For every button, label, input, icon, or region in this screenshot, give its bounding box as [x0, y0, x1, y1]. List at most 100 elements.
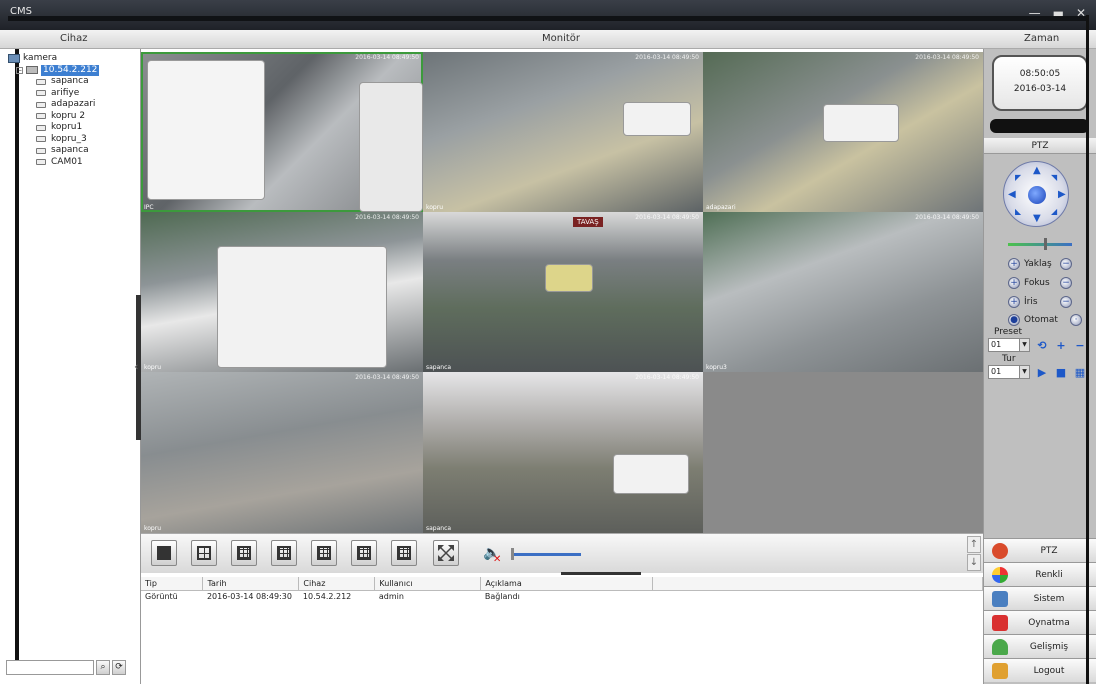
menu-item-color[interactable]: Renkli — [984, 562, 1096, 586]
video-cell[interactable]: 2016-03-14 08:49:50 kopru3 — [703, 212, 983, 372]
layout-4-button[interactable] — [191, 540, 217, 566]
focus-control: + Fokus − — [1008, 277, 1088, 291]
ptz-title: PTZ — [984, 138, 1096, 154]
menu-label: PTZ — [1040, 545, 1058, 556]
vehicle-shape — [823, 104, 899, 142]
layout-9-button[interactable] — [231, 540, 257, 566]
preset-select[interactable]: 01 ▼ — [988, 338, 1030, 352]
tree-camera[interactable]: arifiye — [8, 88, 99, 100]
page-down-button[interactable]: ↓ — [967, 554, 981, 571]
log-cell: 2016-03-14 08:49:30 — [206, 591, 292, 601]
iris-open-button[interactable]: + — [1008, 296, 1020, 308]
collapse-arrow-icon[interactable]: ‹ — [134, 360, 138, 373]
auto-button[interactable]: ● — [1008, 314, 1020, 326]
arrow-right-icon[interactable]: ▶ — [1058, 190, 1066, 200]
tree-root[interactable]: kamera — [8, 53, 99, 65]
ptz-speed-slider[interactable] — [1008, 243, 1072, 246]
camera-label: kopru_3 — [51, 133, 87, 144]
tree-camera[interactable]: kopru 2 — [8, 111, 99, 123]
log-cell — [653, 590, 983, 602]
volume-slider-thumb[interactable] — [511, 548, 514, 560]
focus-label: Fokus — [1024, 278, 1050, 288]
tour-grid-icon[interactable]: ▦ — [1073, 366, 1087, 380]
log-col-device[interactable]: Cihaz — [298, 577, 376, 591]
tree-camera[interactable]: sapanca — [8, 145, 99, 157]
channel-label: kopru — [426, 204, 444, 211]
chevron-down-icon: ▼ — [1019, 339, 1029, 351]
log-col-type[interactable]: Tip — [141, 577, 204, 591]
empty-video-cell[interactable] — [703, 372, 983, 533]
search-icon[interactable]: ⌕ — [96, 660, 110, 675]
menu-label: Gelişmiş — [1029, 641, 1069, 652]
page-up-button[interactable]: ↑ — [967, 536, 981, 553]
arrow-up-icon[interactable]: ▲ — [1033, 166, 1041, 176]
auto-toggle-button[interactable]: · — [1070, 314, 1082, 326]
fullscreen-button[interactable] — [433, 540, 459, 566]
tree-camera[interactable]: adapazari — [8, 99, 99, 111]
volume-slider[interactable] — [511, 553, 581, 556]
zoom-in-button[interactable]: + — [1008, 258, 1020, 270]
menu-item-logout[interactable]: Logout — [984, 658, 1096, 682]
vehicle-shape — [359, 82, 423, 212]
camera-icon — [36, 124, 46, 131]
video-cell[interactable]: 2016-03-14 08:49:50 kopru — [141, 372, 423, 533]
channel-label: kopru3 — [706, 364, 727, 371]
log-col-user[interactable]: Kullanıcı — [374, 577, 482, 591]
ptz-center-button[interactable] — [1028, 186, 1046, 204]
preset-goto-icon[interactable]: ⟲ — [1035, 339, 1049, 353]
tour-stop-icon[interactable]: ■ — [1054, 366, 1068, 380]
focus-near-button[interactable]: + — [1008, 277, 1020, 289]
focus-far-button[interactable]: − — [1060, 277, 1072, 289]
tree-camera[interactable]: CAM01 — [8, 157, 99, 169]
tree-camera[interactable]: sapanca — [8, 76, 99, 88]
zoom-out-button[interactable]: − — [1060, 258, 1072, 270]
log-col-description[interactable]: Açıklama — [480, 577, 654, 591]
ptz-speed-thumb[interactable] — [1044, 238, 1047, 250]
layout-25-button[interactable] — [311, 540, 337, 566]
tour-play-icon[interactable]: ▶ — [1035, 366, 1049, 380]
arrow-down-left-icon[interactable]: ◣ — [1015, 207, 1021, 217]
system-menu-icon — [992, 590, 1008, 607]
maximize-icon[interactable]: ▬ — [1053, 6, 1064, 20]
video-cell[interactable]: 2016-03-14 08:49:50 kopru — [141, 212, 423, 372]
layout-36-button[interactable] — [351, 540, 377, 566]
arrow-left-icon[interactable]: ◀ — [1008, 190, 1016, 200]
tree-server[interactable]: − 10.54.2.212 — [8, 64, 100, 76]
layout-64-button[interactable] — [391, 540, 417, 566]
menu-item-playback[interactable]: Oynatma — [984, 610, 1096, 634]
arrow-up-right-icon[interactable]: ◥ — [1051, 173, 1057, 183]
video-cell[interactable]: 2016-03-14 08:49:50 sapanca — [423, 372, 703, 533]
minimize-icon[interactable]: — — [1029, 6, 1041, 20]
video-cell[interactable]: 2016-03-14 08:49:50 kopru — [423, 52, 703, 212]
device-search-input[interactable] — [6, 660, 94, 675]
video-cell[interactable]: 2016-03-14 08:49:50 adapazari — [703, 52, 983, 212]
video-cell[interactable]: TAVAŞ 2016-03-14 08:49:50 sapanca — [423, 212, 703, 372]
arrow-down-icon[interactable]: ▼ — [1033, 214, 1041, 224]
iris-close-button[interactable]: − — [1060, 296, 1072, 308]
table-row[interactable]: Görüntü 2016-03-14 08:49:30 10.54.2.212 … — [141, 590, 983, 602]
log-table: Tip Tarih Cihaz Kullanıcı Açıklama Görün… — [141, 577, 983, 602]
log-col-extra[interactable] — [652, 577, 983, 591]
menu-item-system[interactable]: Sistem — [984, 586, 1096, 610]
video-cell[interactable]: 2016-03-14 08:49:50 IPC — [141, 52, 423, 212]
layout-16-button[interactable] — [271, 540, 297, 566]
refresh-icon[interactable]: ⟳ — [112, 660, 126, 675]
log-col-date[interactable]: Tarih — [202, 577, 300, 591]
tree-camera[interactable]: kopru1 — [8, 122, 99, 134]
preset-add-icon[interactable]: + — [1054, 339, 1068, 353]
title-bar: CMS — ▬ ✕ — [0, 0, 1096, 30]
preset-label: Preset — [994, 327, 1023, 337]
preset-remove-icon[interactable]: − — [1073, 339, 1087, 353]
close-icon[interactable]: ✕ — [1076, 6, 1086, 20]
sixteen-view-icon — [277, 546, 291, 560]
collapse-icon[interactable]: − — [16, 66, 23, 74]
layout-1-button[interactable] — [151, 540, 177, 566]
arrow-up-left-icon[interactable]: ◤ — [1015, 173, 1021, 183]
tour-select[interactable]: 01 ▼ — [988, 365, 1030, 379]
tree-camera[interactable]: kopru_3 — [8, 134, 99, 146]
section-header: Cihaz Monitör Zaman — [0, 30, 1096, 49]
log-resize-handle[interactable] — [561, 572, 641, 575]
menu-item-ptz[interactable]: PTZ — [984, 538, 1096, 562]
menu-item-advanced[interactable]: Gelişmiş — [984, 634, 1096, 658]
arrow-down-right-icon[interactable]: ◢ — [1051, 207, 1057, 217]
